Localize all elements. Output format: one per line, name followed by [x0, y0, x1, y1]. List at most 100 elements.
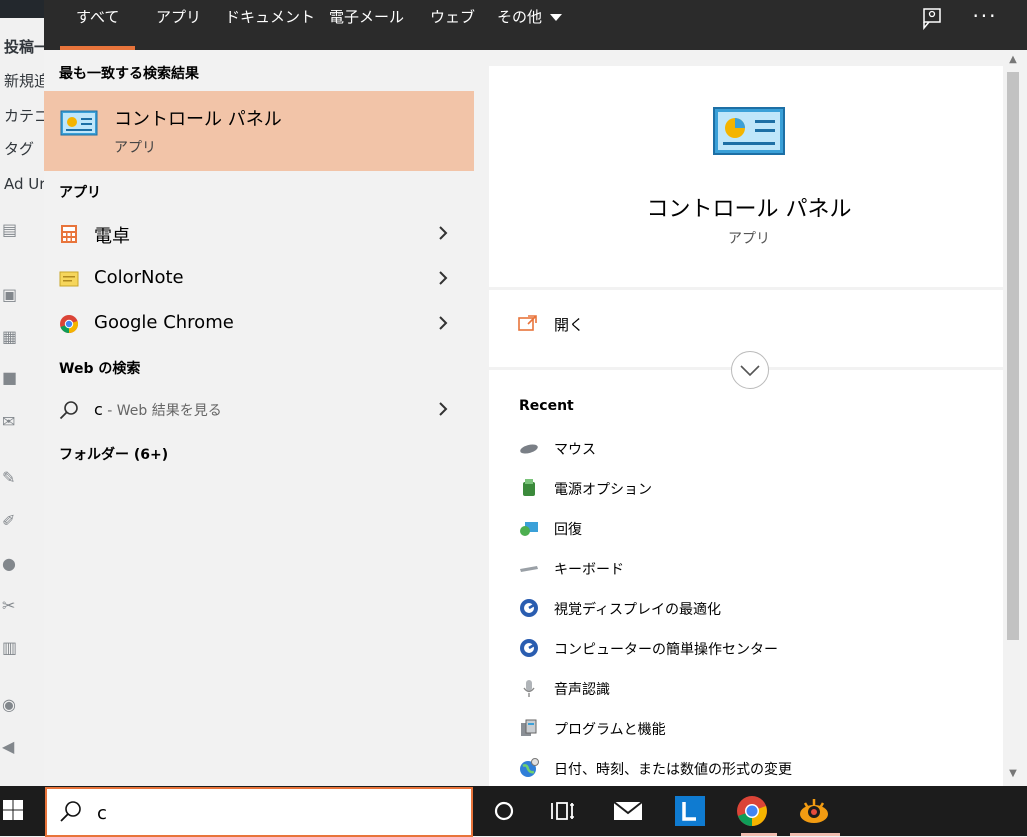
app-result-label: 電卓 — [94, 226, 130, 247]
web-search-header: Web の検索 — [59, 361, 141, 377]
windows-search-panel: すべて アプリ ドキュメント 電子メール ウェブ その他 ··· 最も一致する検… — [44, 0, 1027, 786]
open-label: 開く — [554, 316, 585, 334]
tab-label: ウェブ — [430, 8, 476, 26]
media-icon[interactable]: ▣ — [2, 285, 22, 304]
more-options-icon[interactable]: ··· — [970, 4, 1000, 28]
app-result-calculator[interactable]: 電卓 — [44, 212, 474, 256]
web-search-result[interactable]: c - Web 結果を見る — [44, 388, 474, 432]
background-menu-item[interactable]: Ad Ur — [4, 175, 44, 193]
recent-item-label: 視覚ディスプレイの最適化 — [554, 602, 722, 618]
power-options-icon — [523, 479, 535, 496]
recovery-icon — [520, 522, 538, 536]
recent-item-speech[interactable]: 音声認識 — [519, 671, 989, 705]
windows-start-icon[interactable] — [0, 786, 44, 836]
background-menu-item[interactable]: タグ — [4, 138, 34, 159]
appearance-icon[interactable]: ✎ — [2, 468, 22, 487]
feedback-icon[interactable] — [920, 6, 944, 30]
background-menu-item[interactable]: 新規追 — [4, 70, 44, 91]
mouse-icon — [520, 444, 538, 454]
chrome-icon[interactable] — [735, 794, 769, 828]
background-menu-item[interactable]: カテゴ — [4, 105, 44, 126]
calculator-icon — [61, 225, 77, 243]
cortana-icon[interactable] — [487, 794, 521, 828]
pages-icon[interactable]: ▦ — [2, 327, 22, 346]
apps-header: アプリ — [59, 185, 101, 201]
recent-item-label: プログラムと機能 — [554, 722, 666, 738]
users-icon[interactable]: ● — [2, 554, 22, 573]
settings-icon[interactable]: ▥ — [2, 638, 22, 657]
recent-item-label: マウス — [554, 442, 596, 458]
tools-icon[interactable]: ✂ — [2, 596, 22, 615]
web-search-query: c — [94, 400, 103, 419]
microphone-icon — [523, 680, 535, 697]
web-search-label: c - Web 結果を見る — [94, 400, 222, 420]
search-icon — [59, 401, 78, 420]
caret-down-icon — [550, 14, 563, 21]
plugin-icon[interactable]: ◉ — [2, 695, 22, 714]
chevron-right-icon[interactable] — [438, 226, 448, 240]
app-result-chrome[interactable]: Google Chrome — [44, 302, 474, 346]
best-match-item[interactable]: コントロール パネル アプリ — [44, 91, 474, 171]
tab-label: 電子メール — [329, 8, 405, 26]
scroll-down-icon[interactable]: ▼ — [1007, 768, 1019, 780]
expand-button[interactable] — [731, 351, 769, 389]
recent-item-display-optimize[interactable]: 視覚ディスプレイの最適化 — [519, 591, 989, 625]
tab-documents[interactable]: ドキュメント — [225, 0, 315, 50]
search-input[interactable] — [95, 801, 459, 825]
tab-apps[interactable]: アプリ — [156, 0, 201, 50]
background-menu-item[interactable]: 投稿一 — [4, 36, 44, 57]
recent-item-label: コンピューターの簡単操作センター — [554, 642, 778, 658]
photo-app-icon[interactable] — [797, 794, 831, 828]
recent-item-power[interactable]: 電源オプション — [519, 471, 989, 505]
preview-title: コントロール パネル — [646, 197, 852, 222]
search-tab-bar: すべて アプリ ドキュメント 電子メール ウェブ その他 ··· — [44, 0, 1027, 50]
folders-header[interactable]: フォルダー (6+) — [59, 444, 168, 464]
recent-item-recovery[interactable]: 回復 — [519, 511, 989, 545]
divider — [489, 287, 1003, 290]
ease-of-access-icon — [520, 639, 538, 657]
tab-more[interactable]: その他 — [497, 0, 563, 50]
recent-item-region[interactable]: 日付、時刻、または数値の形式の変更 — [519, 751, 989, 785]
preview-pane: コントロール パネル アプリ 開く Recent マウス 電源オプション 回復 … — [489, 66, 1003, 786]
tab-all[interactable]: すべて — [59, 0, 136, 50]
tab-email[interactable]: 電子メール — [329, 0, 404, 50]
background-admin-bar — [0, 0, 44, 18]
recent-item-label: 電源オプション — [554, 482, 652, 498]
tab-web[interactable]: ウェブ — [430, 0, 475, 50]
background-window: 投稿一 新規追 カテゴ タグ Ad Ur ▤ ▣ ▦ ■ ✉ ✎ ✐ ● ✂ ▥… — [0, 0, 44, 786]
tab-label: アプリ — [156, 8, 202, 26]
plugins-icon[interactable]: ✐ — [2, 511, 22, 530]
ease-of-access-icon — [520, 599, 538, 617]
chevron-right-icon[interactable] — [438, 402, 448, 416]
mail-icon[interactable]: ✉ — [2, 412, 22, 431]
chevron-right-icon[interactable] — [438, 316, 448, 330]
search-icon — [60, 801, 81, 822]
recent-header: Recent — [519, 398, 574, 414]
results-list: 最も一致する検索結果 コントロール パネル アプリ アプリ 電卓 ColorNo… — [44, 50, 474, 786]
app-result-colornote[interactable]: ColorNote — [44, 257, 474, 301]
region-icon — [520, 758, 539, 777]
tab-label: その他 — [497, 8, 543, 26]
mail-icon[interactable] — [611, 794, 645, 828]
best-match-type: アプリ — [114, 140, 156, 156]
tab-label: すべて — [76, 8, 120, 26]
preview-scrollbar[interactable]: ▲ ▼ — [1003, 50, 1023, 786]
collapse-icon[interactable]: ◀ — [2, 737, 22, 756]
taskbar-search-box[interactable] — [45, 787, 473, 837]
best-match-title: コントロール パネル — [114, 109, 282, 130]
recent-item-programs[interactable]: プログラムと機能 — [519, 711, 989, 745]
pages-icon[interactable]: ▤ — [2, 220, 22, 239]
recent-item-label: 日付、時刻、または数値の形式の変更 — [554, 762, 792, 778]
keyboard-icon — [520, 566, 538, 572]
recent-item-keyboard[interactable]: キーボード — [519, 551, 989, 585]
chrome-icon — [60, 315, 79, 333]
comments-icon[interactable]: ■ — [2, 368, 22, 387]
open-button[interactable]: 開く — [489, 292, 1003, 356]
scroll-up-icon[interactable]: ▲ — [1007, 54, 1019, 66]
task-view-icon[interactable] — [547, 794, 581, 828]
chevron-right-icon[interactable] — [438, 271, 448, 285]
scroll-thumb[interactable] — [1007, 72, 1019, 640]
lens-app-icon[interactable] — [673, 794, 707, 828]
recent-item-ease-center[interactable]: コンピューターの簡単操作センター — [519, 631, 989, 665]
recent-item-mouse[interactable]: マウス — [519, 431, 989, 465]
